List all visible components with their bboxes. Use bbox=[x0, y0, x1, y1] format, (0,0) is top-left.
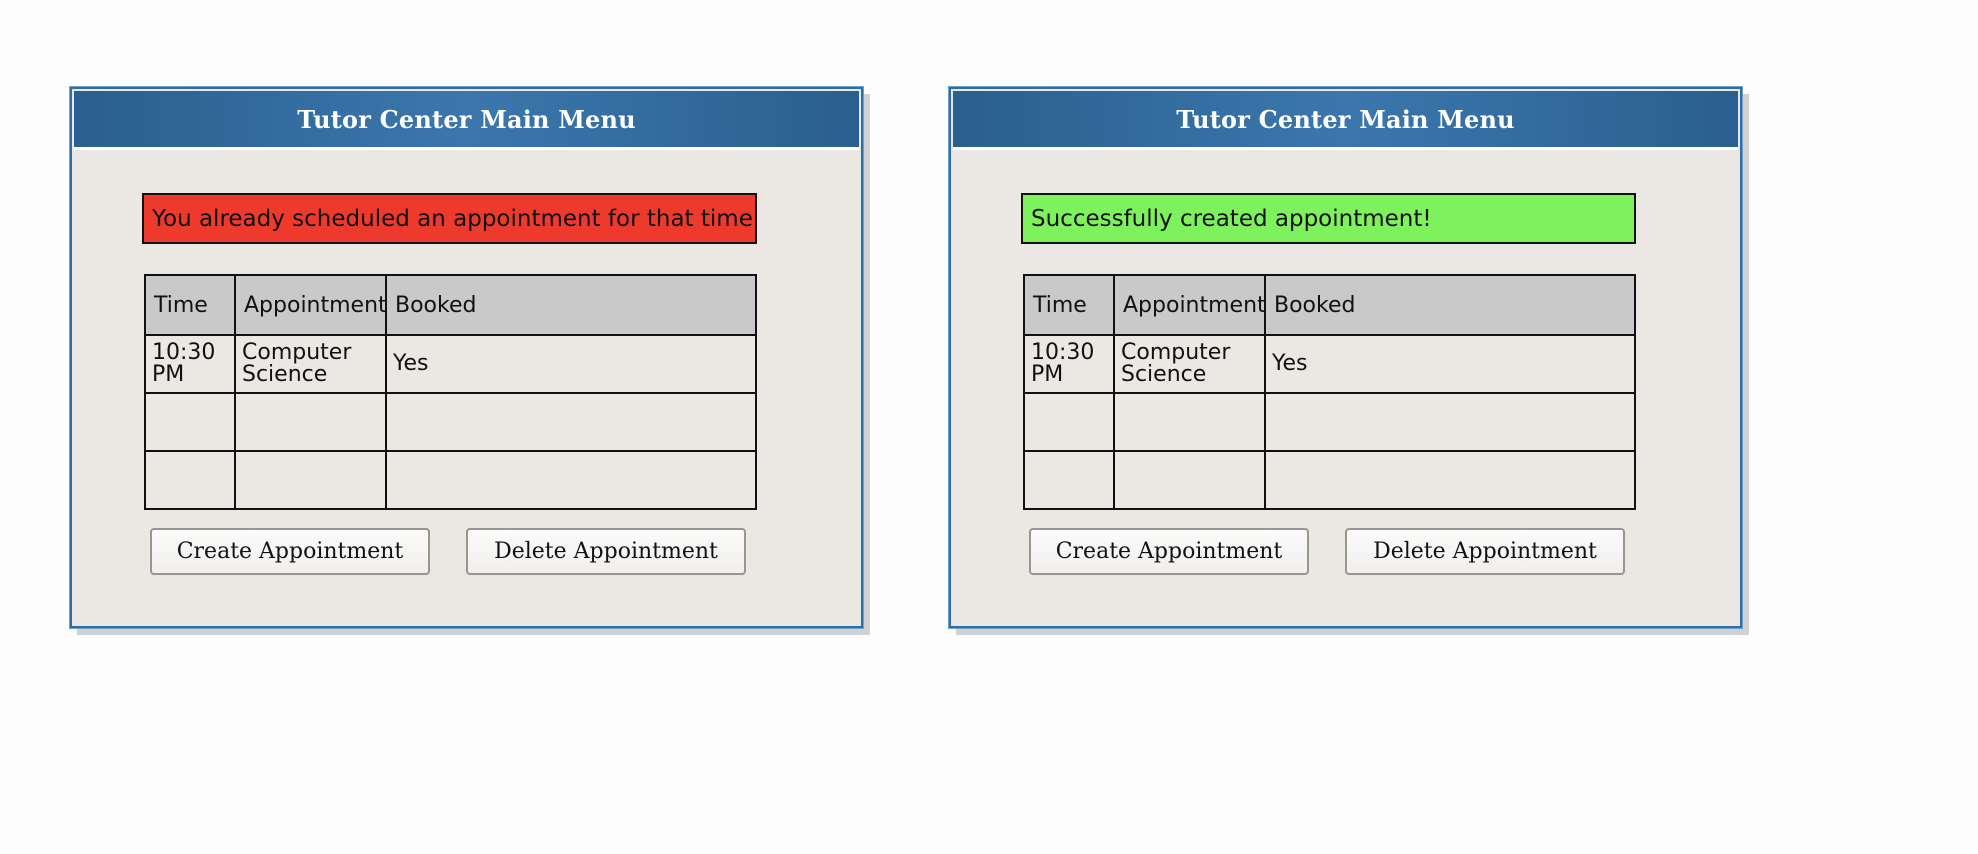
create-appointment-button[interactable]: Create Appointment bbox=[150, 528, 430, 575]
header-booked: Booked bbox=[385, 274, 757, 336]
cell-time[interactable] bbox=[1023, 392, 1115, 452]
window-titlebar: Tutor Center Main Menu bbox=[74, 91, 859, 150]
header-appointment: Appointment bbox=[234, 274, 387, 336]
table-row[interactable] bbox=[1023, 450, 1636, 510]
cell-appointment[interactable] bbox=[234, 392, 387, 452]
cell-appointment[interactable]: Computer Science bbox=[234, 334, 387, 394]
cell-booked[interactable]: Yes bbox=[385, 334, 757, 394]
cell-appointment[interactable] bbox=[1113, 392, 1266, 452]
cell-appointment[interactable] bbox=[234, 450, 387, 510]
appointments-table: Time Appointment Booked 10:30 PM Compute… bbox=[144, 274, 757, 510]
header-appointment: Appointment bbox=[1113, 274, 1266, 336]
create-appointment-button[interactable]: Create Appointment bbox=[1029, 528, 1309, 575]
error-message-banner: You already scheduled an appointment for… bbox=[142, 193, 757, 244]
cell-booked[interactable] bbox=[385, 392, 757, 452]
cell-booked[interactable] bbox=[1264, 392, 1636, 452]
cell-booked[interactable] bbox=[385, 450, 757, 510]
cell-booked[interactable]: Yes bbox=[1264, 334, 1636, 394]
delete-appointment-button[interactable]: Delete Appointment bbox=[1345, 528, 1625, 575]
window-title: Tutor Center Main Menu bbox=[297, 104, 636, 134]
cell-appointment[interactable]: Computer Science bbox=[1113, 334, 1266, 394]
table-row[interactable]: 10:30 PM Computer Science Yes bbox=[144, 334, 757, 394]
tutor-center-window-right: Tutor Center Main Menu Successfully crea… bbox=[948, 86, 1743, 629]
table-row[interactable] bbox=[144, 392, 757, 452]
cell-time[interactable] bbox=[1023, 450, 1115, 510]
tutor-center-window-left: Tutor Center Main Menu You already sched… bbox=[69, 86, 864, 629]
cell-time[interactable]: 10:30 PM bbox=[144, 334, 236, 394]
header-time: Time bbox=[144, 274, 236, 336]
table-row[interactable] bbox=[1023, 392, 1636, 452]
appointments-table: Time Appointment Booked 10:30 PM Compute… bbox=[1023, 274, 1636, 510]
cell-time[interactable] bbox=[144, 450, 236, 510]
cell-booked[interactable] bbox=[1264, 450, 1636, 510]
table-header-row: Time Appointment Booked bbox=[144, 274, 757, 336]
table-row[interactable]: 10:30 PM Computer Science Yes bbox=[1023, 334, 1636, 394]
success-message-banner: Successfully created appointment! bbox=[1021, 193, 1636, 244]
table-header-row: Time Appointment Booked bbox=[1023, 274, 1636, 336]
delete-appointment-button[interactable]: Delete Appointment bbox=[466, 528, 746, 575]
window-titlebar: Tutor Center Main Menu bbox=[953, 91, 1738, 150]
cell-appointment[interactable] bbox=[1113, 450, 1266, 510]
header-booked: Booked bbox=[1264, 274, 1636, 336]
cell-time[interactable]: 10:30 PM bbox=[1023, 334, 1115, 394]
window-title: Tutor Center Main Menu bbox=[1176, 104, 1515, 134]
table-row[interactable] bbox=[144, 450, 757, 510]
header-time: Time bbox=[1023, 274, 1115, 336]
cell-time[interactable] bbox=[144, 392, 236, 452]
